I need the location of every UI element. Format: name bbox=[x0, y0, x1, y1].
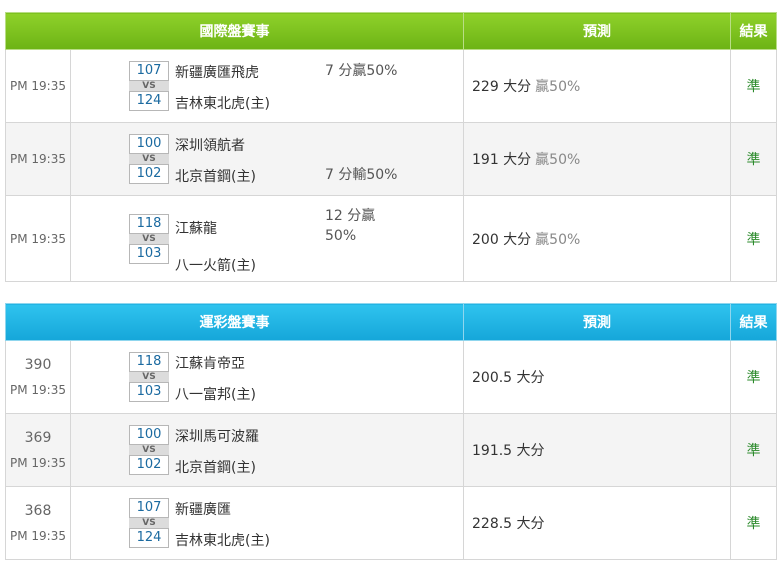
game-row: 368 PM 19:35 107 VS 124 新疆廣匯 吉林東北虎(主) 22… bbox=[5, 486, 777, 560]
match-cell: 100 VS 102 深圳領航者 北京首鋼(主) 7 分輸50% bbox=[70, 122, 464, 196]
home-team[interactable]: 北京首鋼(主) bbox=[175, 166, 256, 186]
home-team[interactable]: 八一火箭(主) bbox=[175, 255, 256, 275]
game-row: PM 19:35 100 VS 102 深圳領航者 北京首鋼(主) 7 分輸50… bbox=[5, 122, 777, 196]
handicap-line: 7 分贏50% bbox=[325, 63, 398, 79]
prediction-value: 191 大分 bbox=[472, 152, 532, 168]
home-score: 103 bbox=[129, 244, 169, 264]
away-score: 118 bbox=[129, 352, 169, 372]
match-cell: 118 VS 103 江蘇肯帝亞 八一富邦(主) bbox=[70, 340, 464, 414]
home-score: 103 bbox=[129, 382, 169, 402]
away-team[interactable]: 江蘇龍 bbox=[175, 218, 217, 238]
prediction-cell: 200 大分 贏50% bbox=[463, 195, 731, 282]
result-header: 結果 bbox=[730, 12, 777, 50]
vs-label: VS bbox=[129, 445, 169, 455]
game-row: PM 19:35 107 VS 124 新疆廣匯飛虎 吉林東北虎(主) 7 分贏… bbox=[5, 49, 777, 123]
prediction-value: 200.5 大分 bbox=[463, 340, 731, 414]
international-games-table: 國際盤賽事 預測 結果 PM 19:35 107 VS 124 新疆廣匯飛虎 吉… bbox=[5, 12, 777, 282]
away-team[interactable]: 新疆廣匯飛虎 bbox=[175, 62, 259, 82]
vs-label: VS bbox=[129, 518, 169, 528]
sports-lottery-header-row: 運彩盤賽事 預測 結果 bbox=[5, 303, 777, 341]
score-box: 118 VS 103 bbox=[129, 352, 169, 402]
prediction-value: 200 大分 bbox=[472, 231, 532, 248]
away-score: 107 bbox=[129, 61, 169, 81]
game-time: PM 19:35 bbox=[5, 49, 71, 123]
game-time: PM 19:35 bbox=[10, 456, 66, 470]
score-box: 100 VS 102 bbox=[129, 425, 169, 475]
home-score: 124 bbox=[129, 528, 169, 548]
vs-label: VS bbox=[129, 154, 169, 164]
game-row: 369 PM 19:35 100 VS 102 深圳馬可波羅 北京首鋼(主) 1… bbox=[5, 413, 777, 487]
game-time-cell: 369 PM 19:35 bbox=[5, 413, 71, 487]
game-row: PM 19:35 118 VS 103 江蘇龍 八一火箭(主) 12 分贏 50… bbox=[5, 195, 777, 282]
away-score: 107 bbox=[129, 498, 169, 518]
game-time-cell: 390 PM 19:35 bbox=[5, 340, 71, 414]
game-time: PM 19:35 bbox=[5, 122, 71, 196]
game-code: 390 bbox=[24, 357, 52, 373]
away-score: 118 bbox=[129, 214, 169, 234]
away-score: 100 bbox=[129, 425, 169, 445]
prediction-value: 191.5 大分 bbox=[463, 413, 731, 487]
away-team[interactable]: 深圳馬可波羅 bbox=[175, 426, 259, 446]
prediction-value: 229 大分 bbox=[472, 79, 532, 95]
sports-lottery-games-table: 運彩盤賽事 預測 結果 390 PM 19:35 118 VS 103 江蘇肯帝… bbox=[5, 303, 777, 560]
home-team[interactable]: 北京首鋼(主) bbox=[175, 457, 256, 477]
home-score: 124 bbox=[129, 91, 169, 111]
prediction-header: 預測 bbox=[463, 303, 731, 341]
result-value: 準 bbox=[730, 340, 777, 414]
score-box: 107 VS 124 bbox=[129, 61, 169, 111]
game-code: 368 bbox=[24, 503, 52, 519]
result-value: 準 bbox=[730, 413, 777, 487]
score-box: 107 VS 124 bbox=[129, 498, 169, 548]
game-time-cell: 368 PM 19:35 bbox=[5, 486, 71, 560]
prediction-header: 預測 bbox=[463, 12, 731, 50]
handicap-line: 7 分輸50% bbox=[325, 167, 398, 183]
home-team[interactable]: 吉林東北虎(主) bbox=[175, 93, 270, 113]
score-box: 100 VS 102 bbox=[129, 134, 169, 184]
home-team[interactable]: 八一富邦(主) bbox=[175, 384, 256, 404]
away-team[interactable]: 江蘇肯帝亞 bbox=[175, 353, 245, 373]
result-value: 準 bbox=[730, 49, 777, 123]
prediction-pct: 贏50% bbox=[535, 152, 581, 168]
home-score: 102 bbox=[129, 164, 169, 184]
handicap-line-2: 50% bbox=[325, 228, 357, 244]
game-code: 369 bbox=[24, 430, 52, 446]
prediction-pct: 贏50% bbox=[535, 231, 581, 248]
home-score: 102 bbox=[129, 455, 169, 475]
match-cell: 100 VS 102 深圳馬可波羅 北京首鋼(主) bbox=[70, 413, 464, 487]
game-row: 390 PM 19:35 118 VS 103 江蘇肯帝亞 八一富邦(主) 20… bbox=[5, 340, 777, 414]
prediction-pct: 贏50% bbox=[535, 79, 581, 95]
match-cell: 107 VS 124 新疆廣匯 吉林東北虎(主) bbox=[70, 486, 464, 560]
away-team[interactable]: 深圳領航者 bbox=[175, 135, 245, 155]
vs-label: VS bbox=[129, 81, 169, 91]
home-team[interactable]: 吉林東北虎(主) bbox=[175, 530, 270, 550]
game-time: PM 19:35 bbox=[10, 383, 66, 397]
prediction-cell: 191 大分 贏50% bbox=[463, 122, 731, 196]
international-header-row: 國際盤賽事 預測 結果 bbox=[5, 12, 777, 50]
match-cell: 118 VS 103 江蘇龍 八一火箭(主) 12 分贏 50% bbox=[70, 195, 464, 282]
result-value: 準 bbox=[730, 486, 777, 560]
handicap-line: 12 分贏 bbox=[325, 208, 376, 224]
game-time: PM 19:35 bbox=[10, 529, 66, 543]
prediction-cell: 229 大分 贏50% bbox=[463, 49, 731, 123]
prediction-value: 228.5 大分 bbox=[463, 486, 731, 560]
result-header: 結果 bbox=[730, 303, 777, 341]
international-title: 國際盤賽事 bbox=[5, 12, 464, 50]
sports-lottery-title: 運彩盤賽事 bbox=[5, 303, 464, 341]
away-team[interactable]: 新疆廣匯 bbox=[175, 499, 231, 519]
result-value: 準 bbox=[730, 195, 777, 282]
away-score: 100 bbox=[129, 134, 169, 154]
vs-label: VS bbox=[129, 372, 169, 382]
match-cell: 107 VS 124 新疆廣匯飛虎 吉林東北虎(主) 7 分贏50% bbox=[70, 49, 464, 123]
game-time: PM 19:35 bbox=[5, 195, 71, 282]
vs-label: VS bbox=[129, 234, 169, 244]
result-value: 準 bbox=[730, 122, 777, 196]
score-box: 118 VS 103 bbox=[129, 214, 169, 264]
